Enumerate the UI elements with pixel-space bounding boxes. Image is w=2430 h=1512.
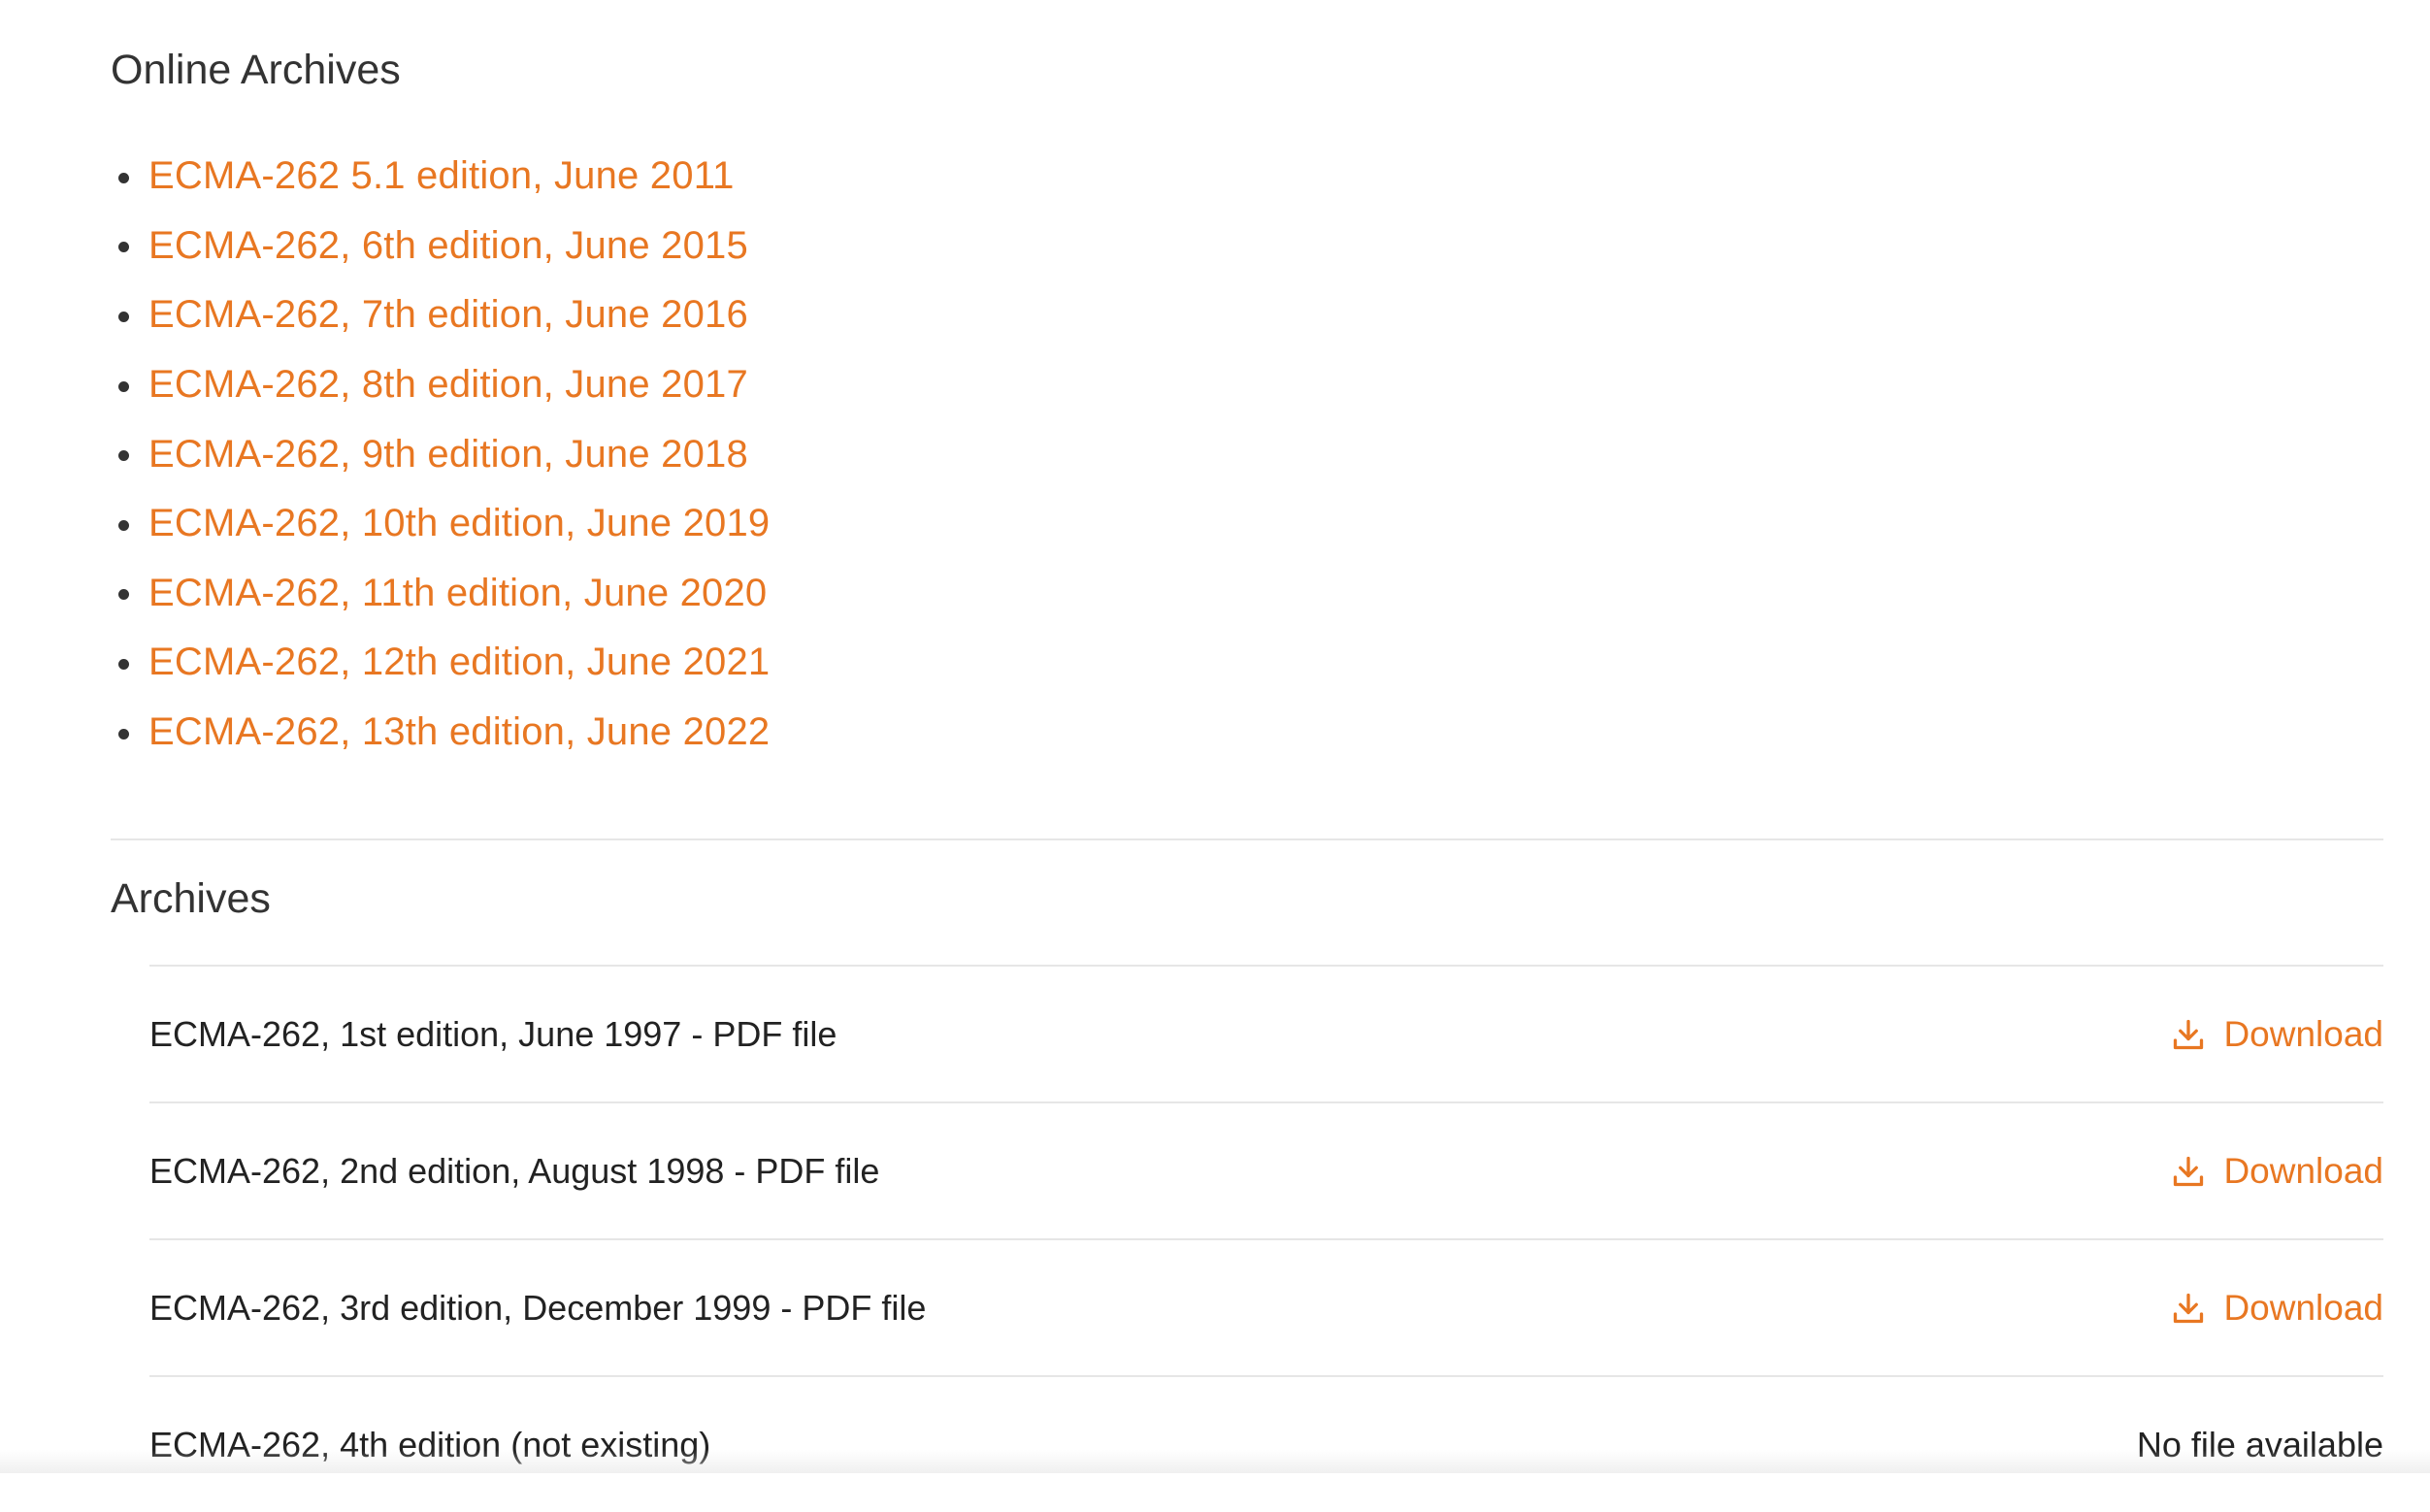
edition-link-12[interactable]: ECMA-262, 12th edition, June 2021: [148, 641, 770, 684]
list-item: ECMA-262, 8th edition, June 2017: [111, 350, 770, 420]
online-archives-list: ECMA-262 5.1 edition, June 2011 ECMA-262…: [111, 142, 770, 767]
page-content: Online Archives ECMA-262 5.1 edition, Ju…: [111, 0, 2383, 1473]
table-row: ECMA-262, 2nd edition, August 1998 - PDF…: [149, 1101, 2383, 1238]
bullet-icon: [118, 242, 129, 253]
list-item: ECMA-262 5.1 edition, June 2011: [111, 142, 770, 212]
online-archives-heading: Online Archives: [111, 47, 401, 93]
bullet-icon: [118, 589, 129, 601]
archive-title: ECMA-262, 2nd edition, August 1998 - PDF…: [149, 1150, 880, 1191]
download-label: Download: [2223, 1150, 2383, 1191]
edition-link-11[interactable]: ECMA-262, 11th edition, June 2020: [148, 572, 767, 615]
bullet-icon: [118, 728, 129, 740]
table-row: ECMA-262, 3rd edition, December 1999 - P…: [149, 1238, 2383, 1375]
list-item: ECMA-262, 7th edition, June 2016: [111, 280, 770, 350]
download-icon: [2174, 1293, 2204, 1323]
list-item: ECMA-262, 12th edition, June 2021: [111, 628, 770, 698]
bullet-icon: [118, 450, 129, 462]
edition-link-5-1[interactable]: ECMA-262 5.1 edition, June 2011: [148, 154, 735, 198]
bullet-icon: [118, 172, 129, 183]
edition-link-9[interactable]: ECMA-262, 9th edition, June 2018: [148, 433, 748, 477]
list-item: ECMA-262, 9th edition, June 2018: [111, 419, 770, 489]
archive-title: ECMA-262, 3rd edition, December 1999 - P…: [149, 1287, 927, 1328]
download-label: Download: [2223, 1287, 2383, 1328]
archive-title: ECMA-262, 1st edition, June 1997 - PDF f…: [149, 1013, 837, 1054]
archives-heading: Archives: [111, 875, 271, 922]
download-button[interactable]: Download: [2171, 1014, 2383, 1055]
edition-link-13[interactable]: ECMA-262, 13th edition, June 2022: [148, 710, 770, 754]
edition-link-6[interactable]: ECMA-262, 6th edition, June 2015: [148, 224, 748, 268]
no-file-status: No file available: [2136, 1424, 2383, 1464]
list-item: ECMA-262, 10th edition, June 2019: [111, 489, 770, 559]
list-item: ECMA-262, 13th edition, June 2022: [111, 698, 770, 768]
archives-table: ECMA-262, 1st edition, June 1997 - PDF f…: [149, 965, 2383, 1512]
download-label: Download: [2223, 1013, 2383, 1054]
bullet-icon: [118, 658, 129, 670]
table-row: ECMA-262, 4th edition (not existing) No …: [149, 1375, 2383, 1512]
archive-title: ECMA-262, 4th edition (not existing): [149, 1424, 711, 1464]
list-item: ECMA-262, 6th edition, June 2015: [111, 212, 770, 281]
download-icon: [2174, 1019, 2204, 1049]
download-button[interactable]: Download: [2171, 1288, 2383, 1329]
list-item: ECMA-262, 11th edition, June 2020: [111, 559, 770, 629]
table-row: ECMA-262, 1st edition, June 1997 - PDF f…: [149, 965, 2383, 1101]
edition-link-10[interactable]: ECMA-262, 10th edition, June 2019: [148, 502, 770, 545]
edition-link-7[interactable]: ECMA-262, 7th edition, June 2016: [148, 293, 748, 337]
bullet-icon: [118, 311, 129, 322]
download-icon: [2174, 1156, 2204, 1186]
download-button[interactable]: Download: [2171, 1151, 2383, 1192]
bullet-icon: [118, 519, 129, 531]
edition-link-8[interactable]: ECMA-262, 8th edition, June 2017: [148, 363, 748, 407]
bullet-icon: [118, 380, 129, 392]
section-divider: [111, 838, 2383, 840]
